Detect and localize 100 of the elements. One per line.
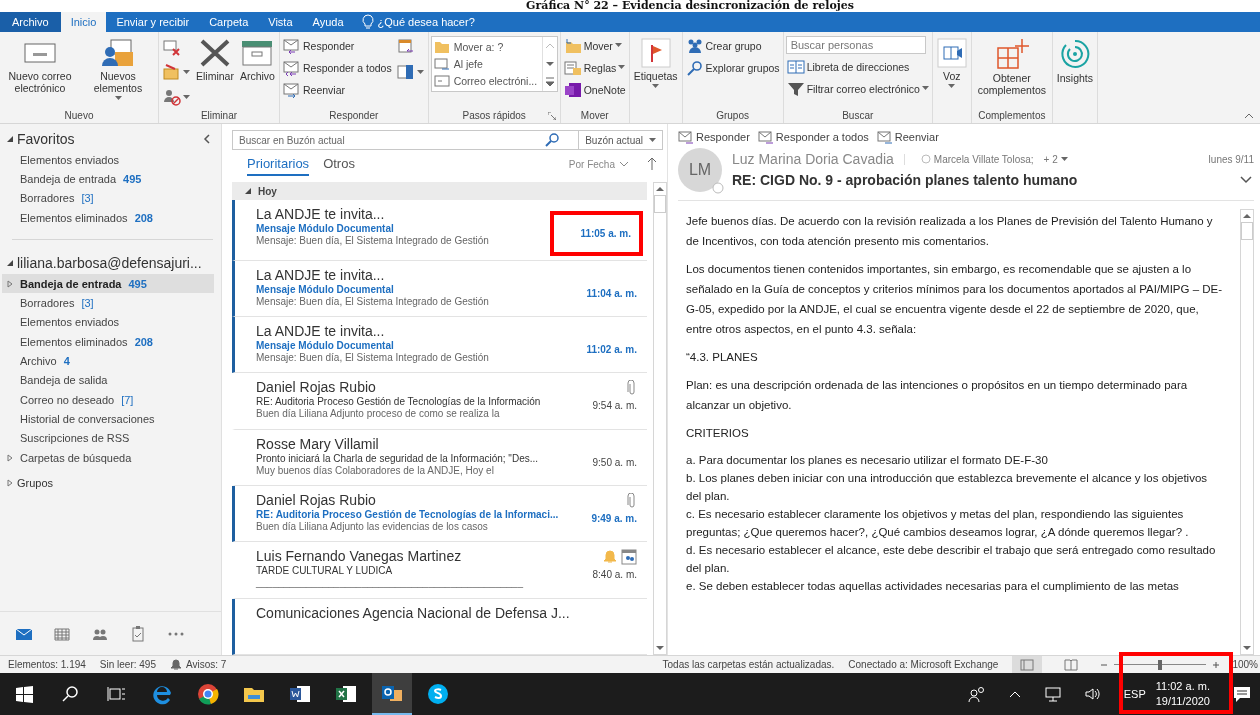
ribbon-tab[interactable]: Vista [258, 12, 303, 32]
ribbon-button[interactable]: Responder a todos [281, 58, 393, 77]
ribbon-button[interactable]: Mover [562, 36, 627, 55]
network-icon[interactable] [1043, 685, 1062, 703]
message-item[interactable]: Daniel Rojas Rubio RE: Auditoria Proceso Gestión de Tecnologías de la Información Buen día Liliana Adjunto proceso de como se realiza la 9:54 a. m. [232, 373, 647, 430]
ribbon-button[interactable]: Nuevos elementos [80, 36, 156, 103]
expand-header-icon[interactable] [1240, 176, 1252, 184]
tell-me-search[interactable]: ¿Qué desea hacer? [353, 12, 485, 32]
ribbon-tab[interactable]: Enviar y recibir [106, 12, 200, 32]
recipient[interactable]: Marcela Villate Tolosa; [903, 153, 1034, 165]
dialog-launcher-icon[interactable] [547, 112, 556, 120]
search-people-field[interactable]: Buscar personas [785, 36, 926, 54]
ribbon-button[interactable]: Libreta de direcciones [785, 57, 930, 76]
group-header[interactable]: Hoy [232, 182, 647, 201]
message-item[interactable]: La ANDJE te invita... Mensaje Módulo Documental Mensaje: Buen día, El Sistema Integrado de Gestión 11:04 a. m. [232, 260, 647, 318]
ribbon-button[interactable]: Filtrar correo electrónico [785, 79, 930, 98]
folder-item[interactable]: Suscripciones de RSS [2, 428, 214, 448]
ribbon-group-label: Grupos [716, 109, 749, 121]
reading-action[interactable]: Responder [678, 129, 750, 145]
scrollbar-thumb[interactable] [654, 195, 666, 213]
reading-action[interactable]: Responder a todos [757, 129, 869, 145]
folder-section-header[interactable]: Grupos [2, 473, 54, 494]
message-time: 9:49 a. m. [591, 512, 637, 527]
chat-s-icon[interactable] [426, 682, 450, 706]
notebook-icon [563, 81, 582, 98]
caret-icon [1060, 156, 1068, 162]
folder-item[interactable]: Bandeja de entrada 495 [2, 169, 214, 189]
ribbon-button[interactable]: Etiquetas [631, 36, 680, 91]
scope-dropdown[interactable]: Buzón actual [579, 130, 663, 150]
presence-icon [920, 154, 931, 164]
message-subject: Mensaje Módulo Documental [256, 340, 395, 352]
people-icon[interactable] [967, 685, 986, 703]
scrollbar[interactable] [1240, 209, 1254, 655]
more-recipients-button[interactable]: + 2 [1043, 153, 1068, 165]
clock[interactable]: 11:02 a. m. 19/11/2020 [1155, 679, 1210, 709]
ribbon-button[interactable]: Archivo [237, 36, 277, 84]
folder-item[interactable]: Elementos eliminados 208 [2, 332, 214, 352]
reading-view-icon[interactable] [1064, 658, 1079, 671]
message-time: 9:50 a. m. [592, 455, 637, 470]
unread-count: Sin leer: 495 [99, 659, 156, 670]
archive-box-icon [240, 38, 275, 68]
ribbon-tab[interactable]: Ayuda [302, 12, 354, 32]
folder-item[interactable]: Carpetas de búsqueda [2, 447, 214, 468]
ribbon-button[interactable]: OneNote [562, 80, 627, 99]
folder-item[interactable]: Elementos enviados [2, 150, 214, 170]
message-item[interactable]: Luis Fernando Vanegas Martinez TARDE CULTURAL Y LUDICA ________________________________________________ 8:40 a. m. [232, 542, 647, 599]
ribbon-button[interactable]: Insights [1054, 36, 1095, 86]
folder-section-header[interactable]: liliana.barbosa@defensajuri... [2, 252, 202, 275]
ribbon-button[interactable]: Obtener complementos [973, 36, 1050, 98]
folder-item[interactable]: Borradores [3] [2, 293, 214, 313]
ribbon-tab[interactable]: Inicio [60, 12, 107, 32]
quick-step-item[interactable]: Al jefe [433, 55, 540, 73]
connection-status: Conectado a: Microsoft Exchange [848, 659, 999, 670]
ribbon-tab[interactable]: Carpeta [199, 12, 259, 32]
scrollbar-thumb[interactable] [1241, 222, 1253, 240]
browser-ring-icon[interactable] [196, 682, 220, 706]
volume-icon[interactable] [1083, 685, 1102, 703]
ribbon-button[interactable]: Explorar grupos [684, 58, 781, 77]
message-item[interactable]: Daniel Rojas Rubio RE: Auditoria Proceso Gestión de Tecnologías de la Informaci... Buen día Liliana Adjunto las evidencias de los casos 9:49 a. m. [232, 486, 647, 543]
message-sender: La ANDJE te invita... [256, 266, 386, 283]
sort-arrow-icon[interactable] [647, 157, 657, 171]
folder-item[interactable]: Historial de conversaciones [2, 409, 214, 429]
zoom-level: 100% [1232, 659, 1258, 670]
folder-item[interactable]: Elementos eliminados 208 [2, 207, 214, 228]
reading-action[interactable]: Reenviar [876, 129, 939, 145]
ribbon-button[interactable]: Voz [934, 36, 969, 91]
search-field[interactable]: Buscar en Buzón actual [232, 130, 580, 150]
collapse-pane-icon[interactable] [203, 134, 211, 144]
collapse-icon[interactable] [1244, 113, 1254, 119]
ribbon-button[interactable]: Crear grupo [684, 36, 781, 55]
ribbon-button[interactable]: Reglas [562, 58, 627, 77]
ribbon-button[interactable]: Nuevo correo electrónico [2, 36, 78, 96]
folder-item[interactable]: Bandeja de entrada 495 [2, 274, 214, 294]
quick-step-item[interactable]: Correo electróni... [433, 72, 540, 89]
message-time: 9:54 a. m. [592, 399, 637, 414]
ribbon-icon-button[interactable] [161, 61, 192, 83]
ribbon-button[interactable]: Reenviar [281, 80, 393, 99]
reminders-button[interactable]: Avisos: 7 [170, 658, 227, 671]
zoom-in-icon[interactable] [1212, 660, 1221, 669]
slider-thumb[interactable] [1158, 659, 1163, 670]
language-indicator[interactable]: ESP [1123, 688, 1146, 700]
ribbon-tab[interactable]: Archivo [0, 12, 61, 32]
notification-icon[interactable] [1232, 684, 1252, 704]
folder-item[interactable]: Elementos enviados [2, 312, 214, 333]
ribbon-button[interactable]: Eliminar [194, 36, 236, 84]
folder-item[interactable]: Archivo 4 [2, 351, 214, 371]
sort-dropdown[interactable]: Por Fecha [568, 158, 629, 170]
folder-item[interactable]: Bandeja de salida [2, 370, 214, 390]
message-date: lunes 9/11 [1208, 153, 1254, 165]
ribbon-button[interactable]: Responder [281, 36, 393, 55]
folder-item[interactable]: Correo no deseado [7] [2, 389, 214, 410]
scrollbar[interactable] [653, 182, 667, 655]
mail-tab[interactable]: Prioritarios [247, 152, 310, 176]
message-item[interactable]: Rosse Mary Villamil Pronto iniciará la Charla de seguridad de la Información; "Des... Muy buenos días Colaboradores de la ANDJE, Hoy el 9:50 a. m. [232, 429, 647, 487]
folder-item[interactable]: Borradores [3] [2, 188, 214, 208]
mail-tab[interactable]: Otros [323, 152, 355, 176]
message-item[interactable]: La ANDJE te invita... Mensaje Módulo Documental Mensaje: Buen día, El Sistema Integrado de Gestión 11:02 a. m. [232, 317, 647, 374]
message-item[interactable]: La ANDJE te invita... Mensaje Módulo Documental Mensaje: Buen día, El Sistema Integrado de Gestión 11:05 a. m. [232, 200, 647, 261]
quick-step-item[interactable]: Mover a: ? [433, 39, 540, 56]
folder-section-header[interactable]: Favoritos [2, 128, 75, 150]
